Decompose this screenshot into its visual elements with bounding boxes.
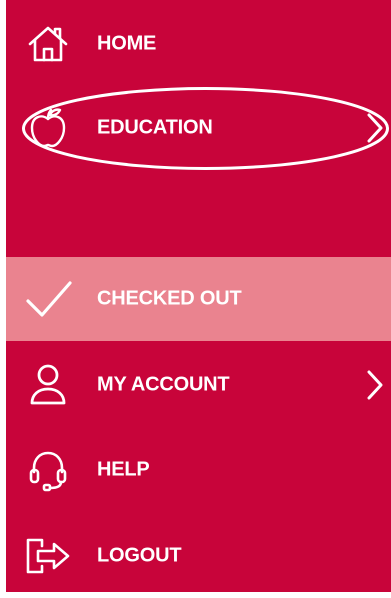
menu-item-logout-label: LOGOUT <box>97 544 182 567</box>
checkmark-icon <box>26 281 72 317</box>
menu-item-logout[interactable]: LOGOUT <box>6 514 391 598</box>
menu-item-checked-out-label: CHECKED OUT <box>97 287 242 310</box>
user-icon <box>30 364 66 405</box>
menu-item-checked-out[interactable]: CHECKED OUT <box>6 257 391 341</box>
menu-item-home[interactable]: HOME <box>6 2 391 86</box>
menu-item-help-label: HELP <box>97 458 150 481</box>
menu-item-help[interactable]: HELP <box>6 428 391 512</box>
chevron-right-icon[interactable] <box>365 368 385 402</box>
menu-item-home-label: HOME <box>97 32 157 55</box>
apple-icon <box>30 108 66 148</box>
logout-icon <box>26 538 70 574</box>
menu-item-my-account[interactable]: MY ACCOUNT <box>6 343 391 427</box>
menu-item-education[interactable]: EDUCATION <box>6 86 391 170</box>
headset-icon <box>29 451 67 492</box>
home-icon <box>28 26 68 62</box>
navigation-menu: HOME EDUCATION CHECKED OUT MY ACCOUNT HE… <box>6 0 391 592</box>
menu-item-education-label: EDUCATION <box>97 116 213 139</box>
menu-item-my-account-label: MY ACCOUNT <box>97 373 230 396</box>
chevron-right-icon[interactable] <box>365 111 385 145</box>
